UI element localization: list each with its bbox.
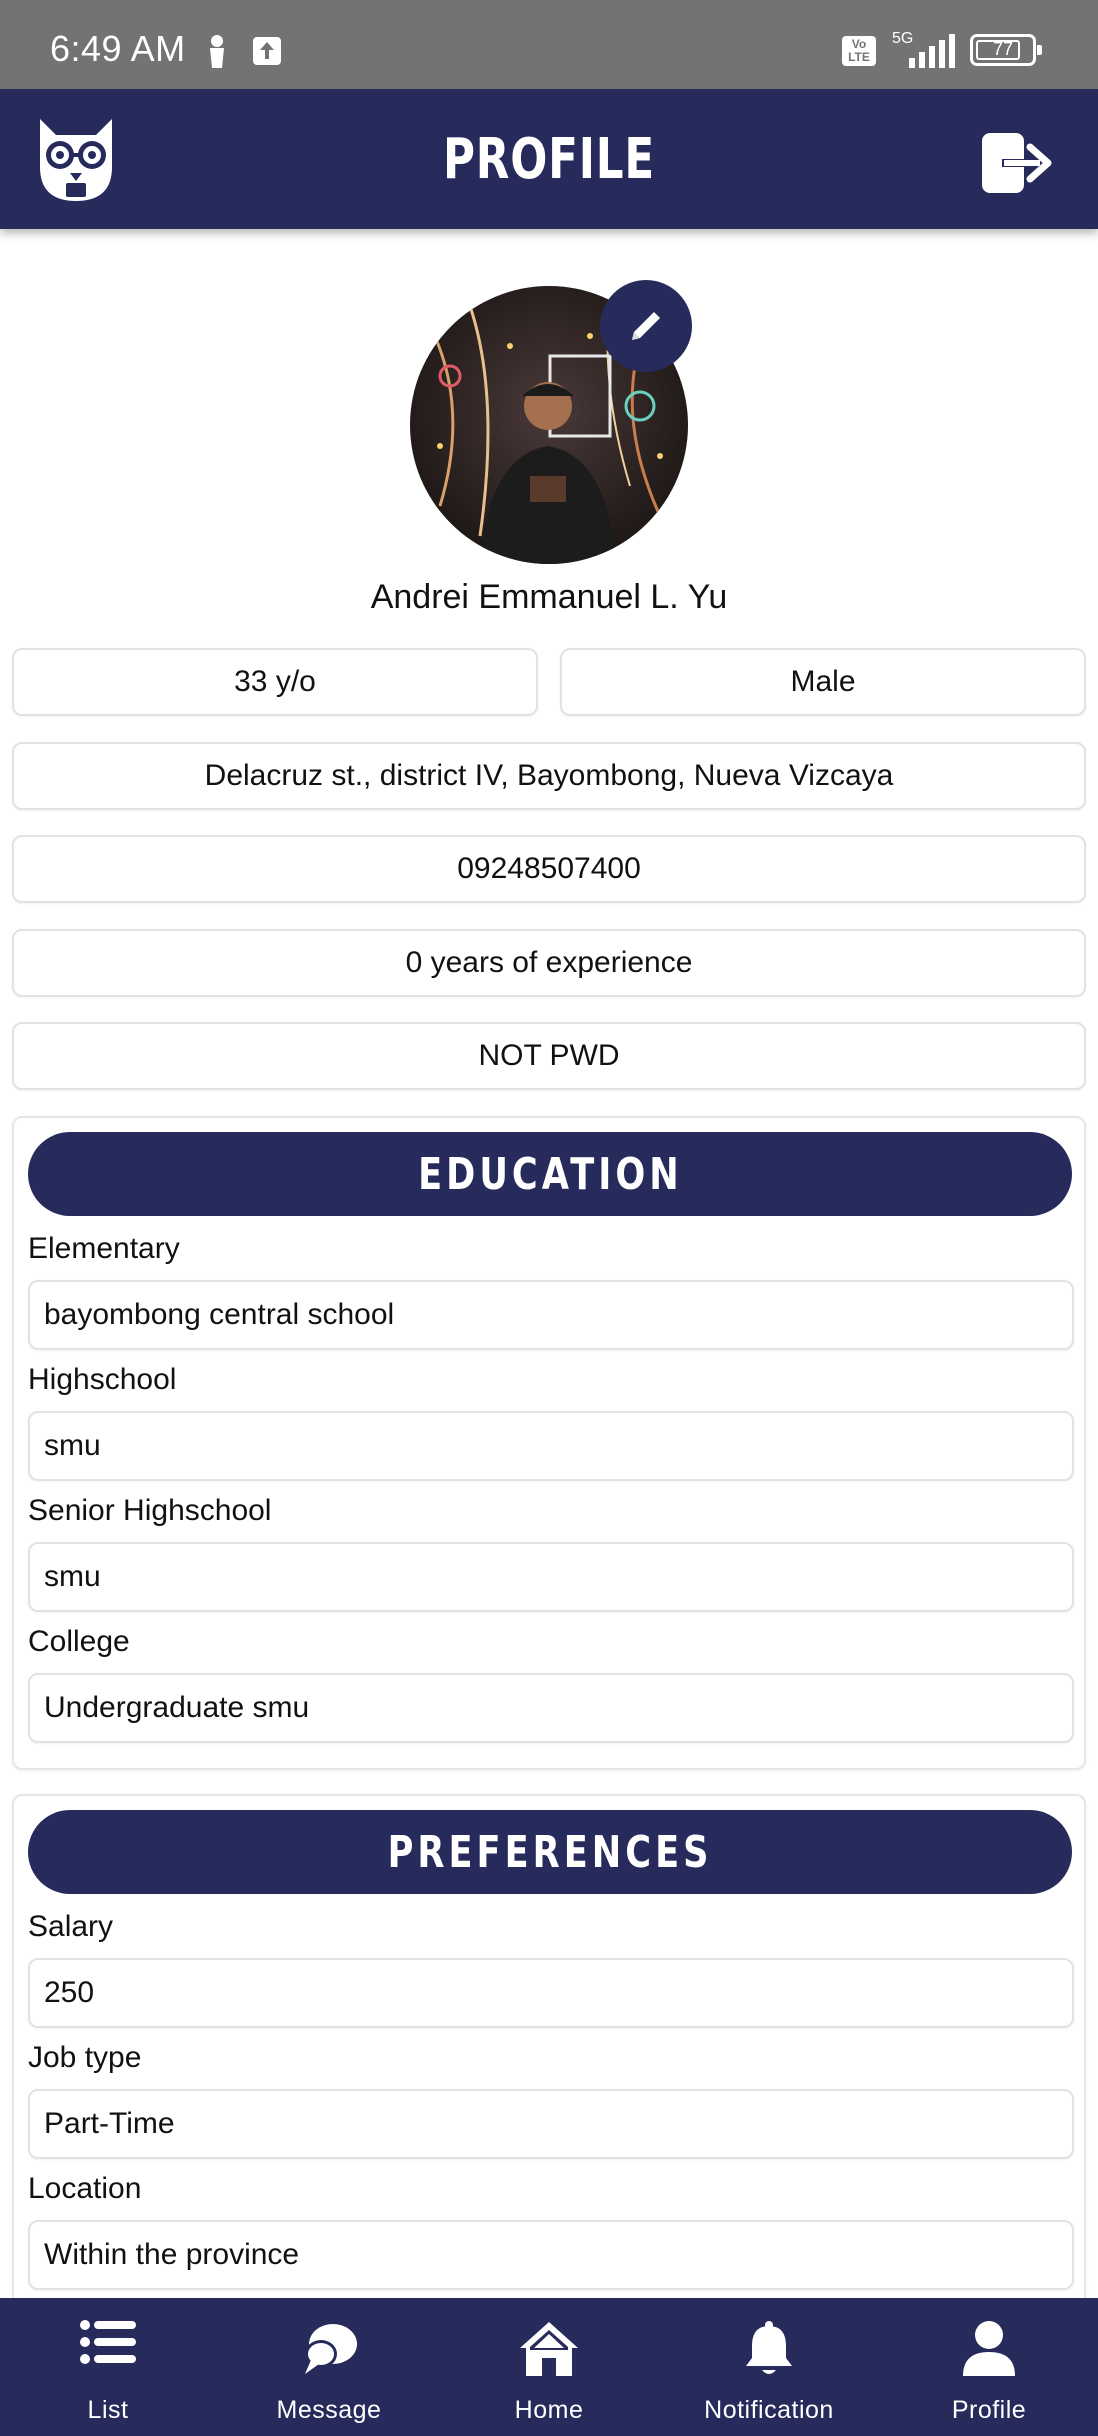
address-field: Delacruz st., district IV, Bayombong, Nu… [12, 742, 1086, 810]
volte-icon: Vo LTE [842, 36, 876, 66]
volte-label: Vo LTE [848, 37, 870, 64]
home-icon [520, 2322, 578, 2376]
page-title: PROFILE [442, 127, 655, 192]
nav-label: Notification [704, 2396, 834, 2424]
logout-icon[interactable] [982, 133, 1054, 193]
preferences-title: PREFERENCES [387, 1826, 713, 1878]
battery-level: 77 [992, 39, 1014, 59]
nav-item-notification[interactable]: Notification [669, 2298, 869, 2436]
nav-item-list[interactable]: List [8, 2298, 208, 2436]
location-field: Within the province [28, 2220, 1074, 2290]
nav-item-message[interactable]: Message [229, 2298, 429, 2436]
preferences-header: PREFERENCES [28, 1810, 1072, 1894]
profile-name: Andrei Emmanuel L. Yu [370, 578, 728, 616]
field-label: Senior Highschool [28, 1494, 272, 1527]
status-time: 6:49 AM [50, 28, 186, 69]
nav-label: Profile [951, 2396, 1027, 2424]
experience-field: 0 years of experience [12, 929, 1086, 997]
nav-label: List [87, 2396, 129, 2424]
signal-icon [909, 34, 955, 68]
field-label: Location [28, 2172, 142, 2205]
owl-logo-icon [40, 119, 112, 201]
nav-label: Home [514, 2396, 584, 2424]
education-section: EDUCATION Elementary bayombong central s… [12, 1116, 1086, 1770]
field-label: Elementary [28, 1232, 180, 1265]
college-field: Undergraduate smu [28, 1673, 1074, 1743]
app-bar: PROFILE [0, 89, 1098, 229]
nav-item-home[interactable]: Home [449, 2298, 649, 2436]
phone-field: 09248507400 [12, 835, 1086, 903]
salary-field: 250 [28, 1958, 1074, 2028]
chat-bubble-icon [305, 2324, 357, 2374]
nav-label: Message [276, 2396, 382, 2424]
upload-icon [253, 37, 281, 65]
list-icon [80, 2320, 136, 2364]
bottom-nav: List Message Home Notification Profile [0, 2298, 1098, 2436]
pencil-icon [632, 312, 660, 340]
field-label: Highschool [28, 1363, 177, 1396]
education-header: EDUCATION [28, 1132, 1072, 1216]
status-bar: 6:49 AM Vo LTE 5G 77 [0, 0, 1098, 89]
battery-icon: 77 [970, 34, 1042, 66]
highschool-field: smu [28, 1411, 1074, 1481]
field-label: Salary [28, 1910, 114, 1943]
gender-field: Male [560, 648, 1086, 716]
field-label: Job type [28, 2041, 142, 2074]
bell-icon [746, 2321, 792, 2374]
senior-highschool-field: smu [28, 1542, 1074, 1612]
preferences-section: PREFERENCES Salary 250 Job type Part-Tim… [12, 1794, 1086, 2314]
user-icon [963, 2321, 1015, 2376]
pwd-status-field: NOT PWD [12, 1022, 1086, 1090]
person-icon [210, 35, 224, 68]
elementary-field: bayombong central school [28, 1280, 1074, 1350]
age-field: 33 y/o [12, 648, 538, 716]
edit-photo-button[interactable] [600, 280, 692, 372]
job-type-field: Part-Time [28, 2089, 1074, 2159]
nav-item-profile[interactable]: Profile [889, 2298, 1089, 2436]
field-label: College [28, 1625, 130, 1658]
education-title: EDUCATION [417, 1148, 683, 1200]
